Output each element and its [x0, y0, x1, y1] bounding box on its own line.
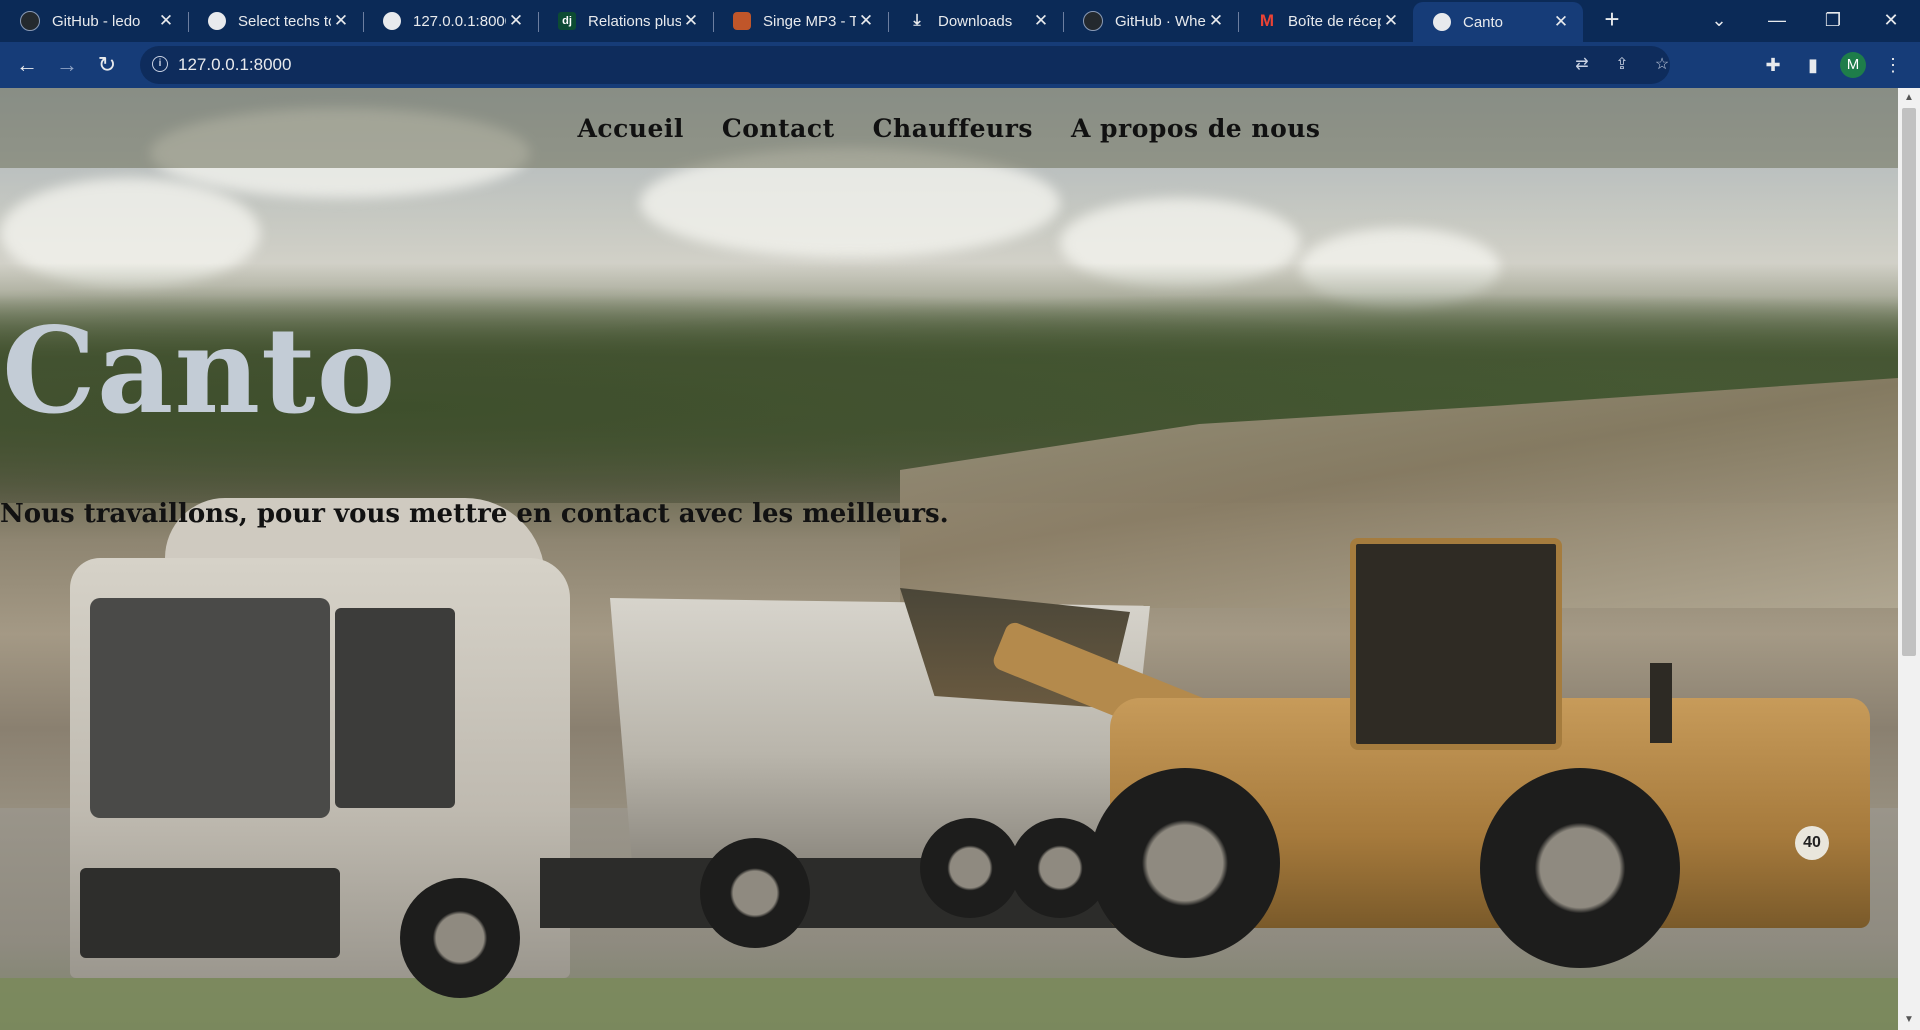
address-bar[interactable]: i 127.0.0.1:8000 ⇄ ⇪ ☆ — [140, 46, 1670, 84]
tab-canto[interactable]: Canto ✕ — [1413, 2, 1583, 42]
close-icon[interactable]: ✕ — [331, 11, 351, 31]
share-icon[interactable]: ⇪ — [1612, 55, 1632, 75]
side-panel-icon[interactable]: ▮ — [1800, 52, 1826, 78]
extensions-icon[interactable]: ✚ — [1760, 52, 1786, 78]
monkey-icon — [733, 12, 751, 30]
close-icon[interactable]: ✕ — [1551, 12, 1571, 32]
tab-localhost[interactable]: 127.0.0.1:8000 ✕ — [363, 2, 538, 40]
tab-title: Select techs to — [238, 12, 331, 30]
close-icon[interactable]: ✕ — [1031, 11, 1051, 31]
tab-gmail[interactable]: M Boîte de récep ✕ — [1238, 2, 1413, 40]
tab-title: Boîte de récep — [1288, 12, 1381, 30]
nav-link-contact[interactable]: Contact — [722, 114, 835, 143]
gmail-icon: M — [1259, 11, 1275, 30]
globe-icon — [383, 12, 401, 30]
close-icon[interactable]: ✕ — [1381, 11, 1401, 31]
close-window-button[interactable]: ✕ — [1866, 4, 1916, 36]
tab-title: GitHub - ledo — [52, 12, 141, 30]
forward-icon[interactable]: → — [52, 50, 82, 80]
new-tab-button[interactable]: + — [1598, 6, 1626, 34]
scroll-down-arrow-icon[interactable]: ▼ — [1898, 1010, 1920, 1030]
site-navigation: Accueil Contact Chauffeurs A propos de n… — [0, 88, 1898, 168]
page-scrollbar[interactable]: ▲ ▼ — [1898, 88, 1920, 1030]
site-info-icon[interactable]: i — [152, 56, 168, 72]
close-icon[interactable]: ✕ — [681, 11, 701, 31]
scroll-thumb[interactable] — [1902, 108, 1916, 656]
globe-icon — [1433, 13, 1451, 31]
tab-relations[interactable]: dj Relations plusi ✕ — [538, 2, 713, 40]
reload-icon[interactable]: ↻ — [92, 50, 122, 80]
nav-link-accueil[interactable]: Accueil — [577, 114, 683, 143]
nav-link-a-propos[interactable]: A propos de nous — [1071, 114, 1321, 143]
close-icon[interactable]: ✕ — [506, 11, 526, 31]
close-icon[interactable]: ✕ — [1206, 11, 1226, 31]
page-viewport: 40 Accueil Contact Chauffeurs A propos d… — [0, 88, 1898, 1030]
tab-title: GitHub · Wher — [1115, 12, 1206, 30]
minimize-button[interactable]: — — [1752, 4, 1802, 36]
tab-github-where[interactable]: GitHub · Wher ✕ — [1063, 2, 1238, 40]
restore-button[interactable]: ❐ — [1808, 4, 1858, 36]
close-icon[interactable]: ✕ — [856, 11, 876, 31]
github-icon — [1083, 11, 1103, 31]
menu-kebab-icon[interactable]: ⋮ — [1880, 52, 1906, 78]
tab-title: Canto — [1463, 13, 1504, 31]
back-icon[interactable]: ← — [12, 50, 42, 80]
tab-title: 127.0.0.1:8000 — [413, 12, 506, 30]
scroll-up-arrow-icon[interactable]: ▲ — [1898, 88, 1920, 108]
tab-select-techs[interactable]: Select techs to ✕ — [188, 2, 363, 40]
translate-icon[interactable]: ⇄ — [1572, 55, 1592, 75]
tab-title: Singe MP3 - Te — [763, 12, 856, 30]
tab-github-ledo[interactable]: GitHub - ledo ✕ — [0, 2, 188, 40]
tab-downloads[interactable]: ⤓ Downloads ✕ — [888, 2, 1063, 40]
address-url[interactable]: 127.0.0.1:8000 — [178, 46, 291, 84]
tab-strip: GitHub - ledo ✕ Select techs to ✕ 127.0.… — [0, 0, 1920, 42]
nav-link-chauffeurs[interactable]: Chauffeurs — [873, 114, 1033, 143]
loader-number-badge: 40 — [1795, 826, 1829, 860]
close-icon[interactable]: ✕ — [156, 11, 176, 31]
tab-title: Downloads — [938, 12, 1013, 30]
profile-avatar[interactable]: M — [1840, 52, 1866, 78]
download-icon: ⤓ — [913, 12, 921, 29]
hero-tagline: Nous travaillons, pour vous mettre en co… — [0, 499, 949, 529]
tab-search-button[interactable]: ⌄ — [1694, 4, 1744, 36]
bookmark-star-icon[interactable]: ☆ — [1652, 55, 1672, 75]
globe-icon — [208, 12, 226, 30]
browser-toolbar: ← → ↻ i 127.0.0.1:8000 ⇄ ⇪ ☆ ✚ ▮ M ⋮ — [0, 42, 1920, 88]
tab-title: Relations plusi — [588, 12, 681, 30]
django-icon: dj — [558, 12, 576, 30]
hero-title: Canto — [2, 301, 397, 441]
github-icon — [20, 11, 40, 31]
tab-singe-mp3[interactable]: Singe MP3 - Te ✕ — [713, 2, 888, 40]
